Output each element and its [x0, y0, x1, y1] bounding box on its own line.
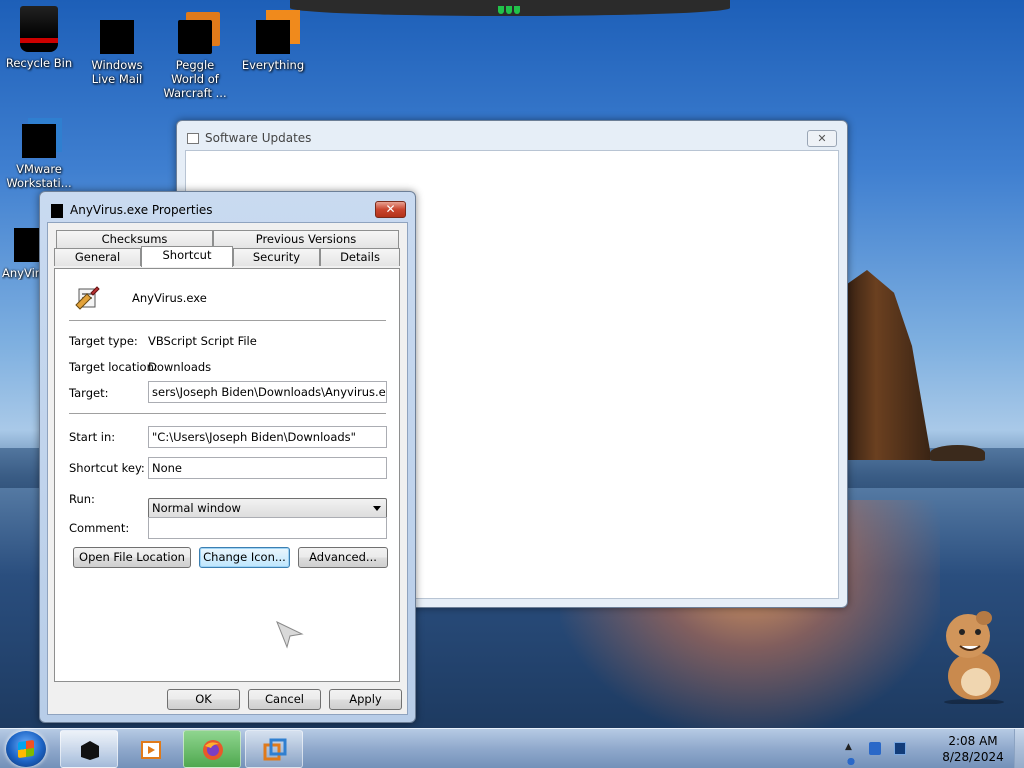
everything-search-icon: [256, 20, 290, 54]
window-system-icon: [187, 133, 199, 144]
windows-logo-icon: [18, 739, 34, 759]
divider: [69, 320, 386, 321]
desktop-icon-peggle[interactable]: Peggle World of Warcraft ...: [158, 20, 232, 100]
desktop-icon-label: Everything: [241, 58, 305, 72]
close-button[interactable]: ✕: [807, 130, 837, 147]
cancel-button[interactable]: Cancel: [248, 689, 321, 710]
taskbar-clock[interactable]: 2:08 AM 8/28/2024: [930, 733, 1016, 765]
shortcut-key-input[interactable]: None: [148, 457, 387, 479]
shortcut-key-label: Shortcut key:: [69, 461, 145, 475]
divider: [69, 413, 386, 414]
wallpaper-rock: [930, 445, 985, 461]
vmware-icon: [263, 738, 287, 761]
tab-security[interactable]: Security: [233, 248, 320, 266]
desktop-icon-anyvirus[interactable]: AnyViru...: [2, 228, 39, 280]
start-in-input[interactable]: "C:\Users\Joseph Biden\Downloads": [148, 426, 387, 448]
properties-dialog: AnyVirus.exe Properties ✕ Checksums Prev…: [39, 191, 416, 723]
window-title: Software Updates: [205, 131, 312, 145]
tab-general[interactable]: General: [54, 248, 141, 266]
vmware-icon: [22, 124, 56, 158]
change-icon-button[interactable]: Change Icon...: [199, 547, 290, 568]
mouse-cursor-icon: [276, 620, 304, 649]
close-button[interactable]: ✕: [375, 201, 406, 218]
shortcut-panel: AnyVirus.exe Target type: VBScript Scrip…: [54, 268, 400, 682]
tab-shortcut[interactable]: Shortcut: [141, 246, 233, 267]
target-type-label: Target type:: [69, 334, 138, 348]
dialog-body: Checksums Previous Versions General Shor…: [47, 222, 408, 715]
taskbar: ▲ 2:08 AM 8/28/2024: [0, 728, 1024, 768]
target-location-label: Target location:: [69, 360, 158, 374]
mail-icon: [100, 20, 134, 54]
desktop-icon-everything[interactable]: Everything: [236, 20, 310, 72]
script-file-icon: [75, 286, 100, 310]
tray-app-icon[interactable]: [868, 741, 881, 755]
apply-button[interactable]: Apply: [329, 689, 402, 710]
desktop-icon-windows-live-mail[interactable]: Windows Live Mail: [80, 20, 154, 86]
top-gadget-indicator: [498, 4, 528, 14]
dialog-title: AnyVirus.exe Properties: [70, 203, 213, 217]
black-window-icon: [81, 741, 99, 760]
media-player-icon: [141, 741, 161, 759]
system-tray: ▲: [845, 741, 940, 768]
target-location-value: Downloads: [148, 360, 212, 374]
recycle-bin-icon: [20, 6, 58, 52]
desktop-icon-label: AnyViru...: [2, 266, 39, 280]
desktop-icon-recycle-bin[interactable]: Recycle Bin: [2, 6, 76, 70]
show-desktop-button[interactable]: [1014, 729, 1024, 768]
anyvirus-file-icon: [14, 228, 39, 262]
firefox-icon: [203, 740, 223, 760]
start-in-label: Start in:: [69, 430, 116, 444]
clock-time: 2:08 AM: [948, 734, 998, 748]
file-name: AnyVirus.exe: [132, 291, 207, 305]
target-label: Target:: [69, 386, 109, 400]
taskbar-item-anyvirus[interactable]: [60, 730, 118, 768]
comment-input[interactable]: [148, 517, 387, 539]
desktop-icon-label: Recycle Bin: [5, 56, 73, 70]
taskbar-item-media-player[interactable]: [121, 730, 179, 768]
ok-button[interactable]: OK: [167, 689, 240, 710]
taskbar-item-vmware[interactable]: [245, 730, 303, 768]
hamster-icon: [944, 611, 1004, 704]
clock-date: 8/28/2024: [942, 750, 1004, 764]
desktop-icon-label: Windows Live Mail: [91, 58, 143, 86]
chevron-down-icon: [373, 506, 381, 511]
run-label: Run:: [69, 492, 95, 506]
taskbar-item-firefox[interactable]: [183, 730, 241, 768]
tray-expand-button[interactable]: ▲: [845, 742, 855, 755]
comment-label: Comment:: [69, 521, 130, 535]
desktop-icon-label: Peggle World of Warcraft ...: [163, 58, 227, 100]
tab-details[interactable]: Details: [320, 248, 400, 266]
advanced-button[interactable]: Advanced...: [298, 547, 388, 568]
open-file-location-button[interactable]: Open File Location: [73, 547, 191, 568]
network-icon[interactable]: [894, 741, 906, 755]
tab-previous-versions[interactable]: Previous Versions: [213, 230, 399, 248]
volume-icon[interactable]: [845, 755, 857, 768]
file-icon: [51, 204, 63, 218]
wallpaper-cliff: [840, 270, 930, 460]
desktop-icon-vmware[interactable]: VMware Workstati...: [2, 124, 76, 190]
run-select[interactable]: Normal window: [148, 498, 387, 519]
target-input[interactable]: sers\Joseph Biden\Downloads\Anyvirus.exe…: [148, 381, 387, 403]
peggle-icon: [178, 20, 212, 54]
start-button[interactable]: [6, 731, 46, 767]
target-type-value: VBScript Script File: [148, 334, 257, 348]
run-select-value: Normal window: [152, 501, 241, 515]
desktop-icon-label: VMware Workstati...: [6, 162, 72, 190]
